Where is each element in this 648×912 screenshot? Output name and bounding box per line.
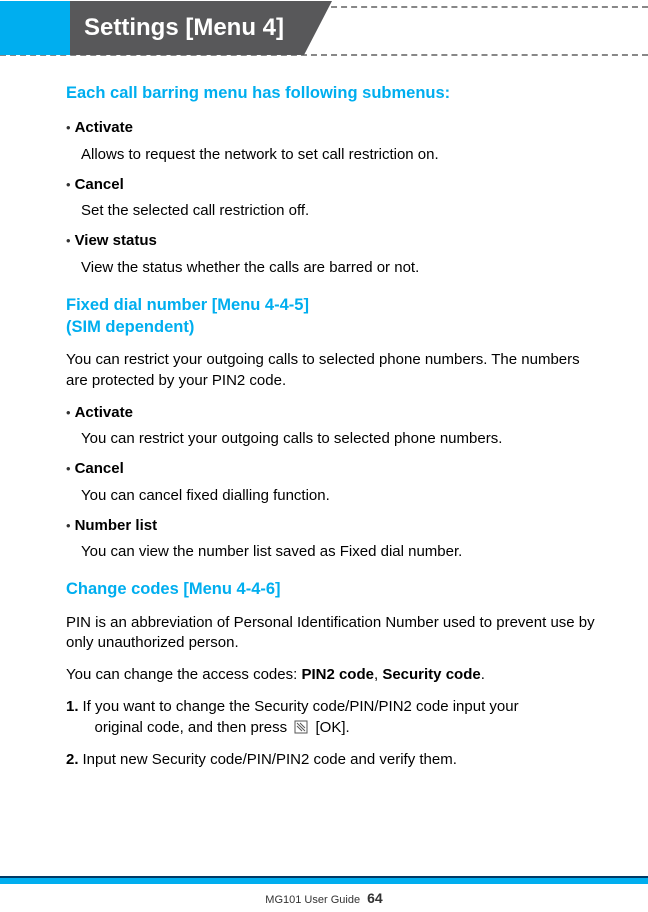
bullet-icon: • — [66, 404, 71, 422]
bullet-label: View status — [75, 231, 157, 251]
step-line2b: [OK]. — [316, 719, 350, 736]
tab-accent — [0, 1, 70, 55]
bullet-desc: View the status whether the calls are ba… — [81, 258, 604, 278]
access-codes-line: You can change the access codes: PIN2 co… — [66, 665, 604, 685]
footer-guide-label: MG101 User Guide — [265, 894, 360, 906]
step-number: 2. — [66, 750, 79, 770]
bullet-desc: Allows to request the network to set cal… — [81, 145, 604, 165]
bullet-item: • Number list — [66, 516, 604, 536]
section-heading-submenus: Each call barring menu has following sub… — [66, 82, 604, 104]
text-span: You can change the access codes: — [66, 666, 301, 683]
bullet-item: • Cancel — [66, 175, 604, 195]
page-number: 64 — [367, 890, 383, 906]
title-tab: Settings [Menu 4] — [0, 1, 304, 55]
numbered-step: 1. If you want to change the Security co… — [66, 697, 604, 740]
bullet-label: Number list — [75, 516, 158, 536]
footer: MG101 User Guide 64 — [0, 890, 648, 906]
section-intro: You can restrict your outgoing calls to … — [66, 350, 604, 391]
section-heading-fixed-dial: Fixed dial number [Menu 4-4-5] (SIM depe… — [66, 294, 604, 339]
numbered-step: 2. Input new Security code/PIN/PIN2 code… — [66, 750, 604, 770]
bullet-icon: • — [66, 119, 71, 137]
bullet-label: Activate — [75, 118, 133, 138]
header-strip: Settings [Menu 4] — [0, 6, 648, 56]
section-heading-change-codes: Change codes [Menu 4-4-6] — [66, 578, 604, 600]
heading-line2: (SIM dependent) — [66, 316, 604, 338]
step-number: 1. — [66, 697, 79, 717]
bullet-desc: You can view the number list saved as Fi… — [81, 542, 604, 562]
pin-description: PIN is an abbreviation of Personal Ident… — [66, 613, 604, 654]
step-text: Input new Security code/PIN/PIN2 code an… — [83, 750, 604, 770]
ok-key-icon — [294, 720, 308, 740]
bullet-item: • View status — [66, 231, 604, 251]
bullet-desc: You can cancel fixed dialling function. — [81, 486, 604, 506]
page-title: Settings [Menu 4] — [70, 1, 304, 55]
step-text: If you want to change the Security code/… — [83, 697, 604, 740]
bold-security: Security code — [382, 666, 480, 683]
bullet-icon: • — [66, 176, 71, 194]
bullet-desc: Set the selected call restriction off. — [81, 201, 604, 221]
step-line1: If you want to change the Security code/… — [83, 698, 519, 715]
bullet-label: Cancel — [75, 175, 124, 195]
bold-pin2: PIN2 code — [301, 666, 374, 683]
bullet-icon: • — [66, 460, 71, 478]
text-span: . — [481, 666, 485, 683]
bullet-item: • Activate — [66, 118, 604, 138]
bullet-desc: You can restrict your outgoing calls to … — [81, 429, 604, 449]
bullet-item: • Cancel — [66, 459, 604, 479]
bullet-icon: • — [66, 517, 71, 535]
footer-accent-bar — [0, 876, 648, 884]
page-content: Each call barring menu has following sub… — [0, 56, 648, 770]
bullet-label: Activate — [75, 403, 133, 423]
bullet-item: • Activate — [66, 403, 604, 423]
heading-line1: Fixed dial number [Menu 4-4-5] — [66, 294, 604, 316]
step-line2a: original code, and then press — [95, 719, 288, 736]
bullet-label: Cancel — [75, 459, 124, 479]
bullet-icon: • — [66, 232, 71, 250]
